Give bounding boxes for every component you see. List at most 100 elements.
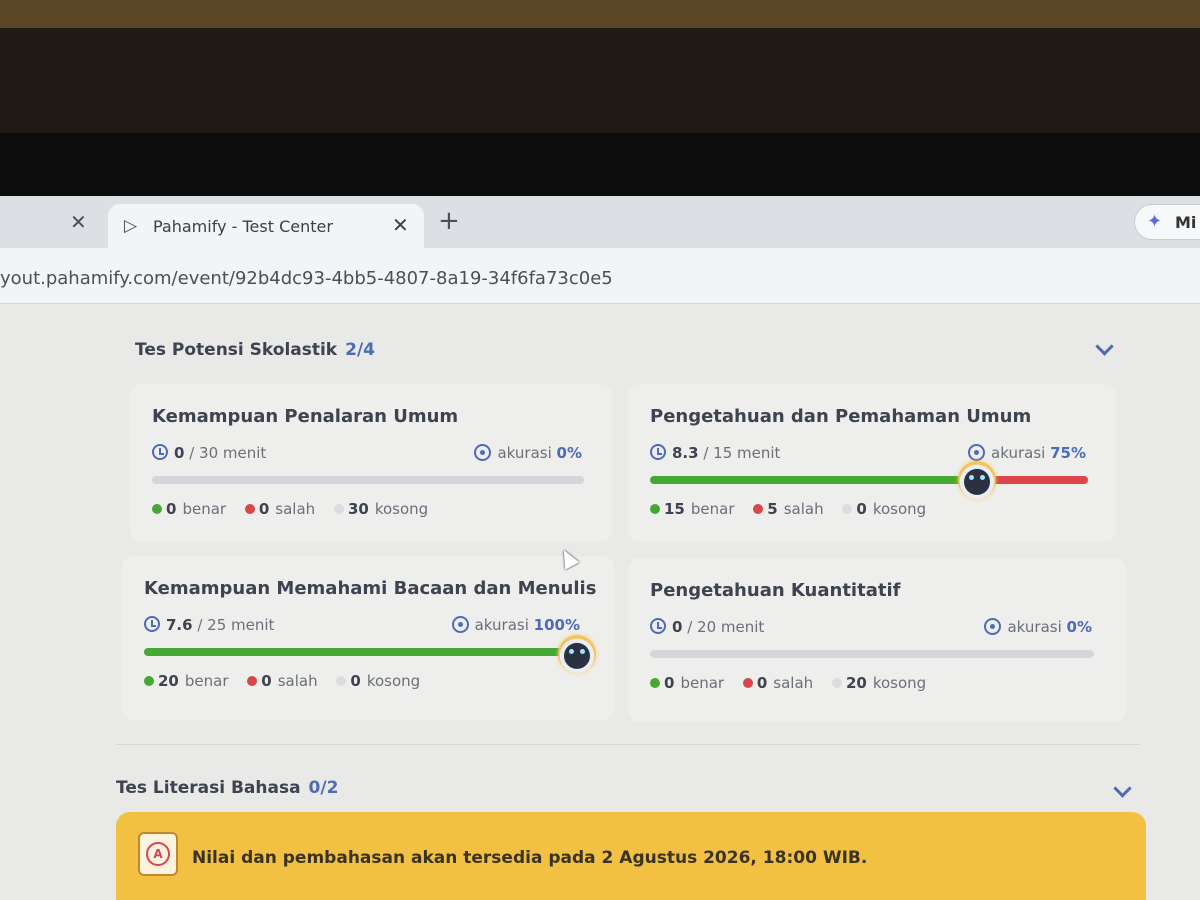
- notice-text: Nilai dan pembahasan akan tersedia pada …: [192, 848, 868, 868]
- cat-mascot-icon: [958, 461, 996, 499]
- target-icon: [474, 444, 492, 461]
- accuracy-info: akurasi 75%: [968, 444, 1086, 462]
- correct-count: 0: [166, 500, 177, 518]
- sparkle-icon: ✦: [1147, 211, 1163, 232]
- browser-window: ✕ ▷ Pahamify - Test Center ✕ + ✦ Mi yout…: [0, 196, 1200, 900]
- answer-stats: 0 benar 0 salah 30 kosong: [152, 500, 442, 518]
- wrong-count: 0: [756, 674, 768, 692]
- gemini-button[interactable]: ✦ Mi: [1134, 204, 1200, 240]
- wrong-count: 5: [767, 500, 778, 518]
- empty-count: 20: [845, 674, 867, 692]
- correct-label: benar: [680, 674, 725, 692]
- monitor-bezel: [0, 0, 1200, 196]
- card-title: Pengetahuan dan Pemahaman Umum: [650, 406, 1032, 427]
- accuracy-label: akurasi: [497, 444, 552, 462]
- time-spent: 7.6: [166, 616, 193, 634]
- bezel-middle: [0, 28, 1200, 133]
- tab-pahamify[interactable]: ▷ Pahamify - Test Center ✕: [108, 204, 424, 250]
- empty-dot: [831, 678, 842, 688]
- bar-correct: [650, 476, 979, 484]
- empty-dot: [336, 676, 347, 686]
- section-divider: [116, 744, 1140, 745]
- section-title-text: Tes Potensi Skolastik: [135, 340, 338, 360]
- bezel-bottom: [0, 133, 1200, 196]
- empty-count: 0: [350, 672, 361, 690]
- target-icon: [451, 616, 469, 633]
- time-info: 0 / 30 menit: [152, 444, 266, 462]
- correct-count: 0: [664, 674, 675, 692]
- accuracy-label: akurasi: [1007, 618, 1062, 636]
- section-title: Tes Literasi Bahasa 0/2: [116, 778, 338, 798]
- stopwatch-icon: [152, 444, 168, 460]
- section-count: 0/2: [308, 778, 339, 798]
- gemini-label: Mi: [1175, 213, 1197, 232]
- empty-count: 0: [856, 500, 867, 518]
- wrong-dot: [244, 504, 255, 514]
- correct-dot: [152, 504, 162, 514]
- subtest-card[interactable]: Pengetahuan Kuantitatif 0 / 20 menit aku…: [628, 558, 1126, 722]
- accuracy-info: akurasi 0%: [984, 618, 1092, 636]
- cat-mascot-icon: [558, 635, 596, 673]
- time-info: 8.3 / 15 menit: [650, 444, 780, 462]
- accuracy-label: akurasi: [474, 616, 529, 634]
- subtest-card[interactable]: Kemampuan Memahami Bacaan dan Menulis 7.…: [122, 556, 614, 720]
- time-info: 7.6 / 25 menit: [144, 616, 274, 634]
- answer-stats: 15 benar 5 salah 0 kosong: [650, 500, 940, 518]
- wrong-dot: [247, 676, 258, 686]
- target-icon: [968, 444, 986, 461]
- empty-count: 30: [347, 500, 369, 518]
- target-icon: [984, 618, 1002, 635]
- progress-bar: [144, 648, 564, 656]
- address-bar[interactable]: yout.pahamify.com/event/92b4dc93-4bb5-48…: [0, 248, 1200, 304]
- accuracy-value: 100%: [533, 616, 580, 634]
- stopwatch-icon: [144, 616, 160, 632]
- wrong-label: salah: [773, 674, 814, 692]
- new-tab-button[interactable]: +: [438, 206, 460, 236]
- time-spent: 0: [174, 444, 185, 462]
- time-total: / 25 menit: [192, 616, 275, 634]
- correct-count: 15: [664, 500, 685, 518]
- accuracy-label: akurasi: [991, 444, 1046, 462]
- correct-dot: [144, 676, 154, 686]
- empty-label: kosong: [366, 672, 421, 690]
- empty-label: kosong: [374, 500, 429, 518]
- stopwatch-icon: [650, 444, 666, 460]
- score-report-icon: A: [138, 832, 178, 876]
- answer-stats: 0 benar 0 salah 20 kosong: [650, 674, 940, 692]
- card-title: Pengetahuan Kuantitatif: [650, 580, 901, 601]
- section-title-text: Tes Literasi Bahasa: [116, 778, 301, 798]
- empty-label: kosong: [872, 500, 927, 518]
- bezel-top: [0, 0, 1200, 28]
- accuracy-info: akurasi 100%: [451, 616, 580, 634]
- url-text[interactable]: yout.pahamify.com/event/92b4dc93-4bb5-48…: [0, 268, 613, 289]
- stopwatch-icon: [650, 618, 666, 634]
- tab-strip: ✕ ▷ Pahamify - Test Center ✕ + ✦ Mi: [0, 196, 1200, 250]
- wrong-dot: [742, 678, 753, 688]
- accuracy-value: 0%: [556, 444, 582, 462]
- close-icon[interactable]: ✕: [70, 210, 87, 234]
- correct-label: benar: [182, 500, 227, 518]
- card-title: Kemampuan Penalaran Umum: [152, 406, 459, 427]
- answer-stats: 20 benar 0 salah 0 kosong: [144, 672, 434, 690]
- correct-label: benar: [690, 500, 735, 518]
- bar-correct: [144, 648, 564, 656]
- time-total: / 15 menit: [698, 444, 781, 462]
- progress-bar: [152, 476, 584, 484]
- close-icon[interactable]: ✕: [392, 213, 409, 237]
- notice-banner: A Nilai dan pembahasan akan tersedia pad…: [116, 812, 1146, 900]
- chevron-down-icon[interactable]: [1096, 340, 1112, 356]
- wrong-label: salah: [783, 500, 824, 518]
- time-info: 0 / 20 menit: [650, 618, 764, 636]
- subtest-card[interactable]: Pengetahuan dan Pemahaman Umum 8.3 / 15 …: [628, 384, 1116, 542]
- correct-dot: [650, 504, 660, 514]
- accuracy-value: 0%: [1066, 618, 1092, 636]
- tab-title: Pahamify - Test Center: [153, 217, 333, 236]
- progress-bar: [650, 476, 1088, 484]
- time-total: / 30 menit: [184, 444, 267, 462]
- time-spent: 0: [672, 618, 683, 636]
- subtest-card[interactable]: Kemampuan Penalaran Umum 0 / 30 menit ak…: [130, 384, 612, 542]
- wrong-count: 0: [258, 500, 270, 518]
- page-content: Tes Potensi Skolastik 2/4 Kemampuan Penal…: [0, 304, 1200, 900]
- chevron-down-icon[interactable]: [1114, 782, 1130, 798]
- pahamify-logo-icon: ▷: [124, 216, 138, 236]
